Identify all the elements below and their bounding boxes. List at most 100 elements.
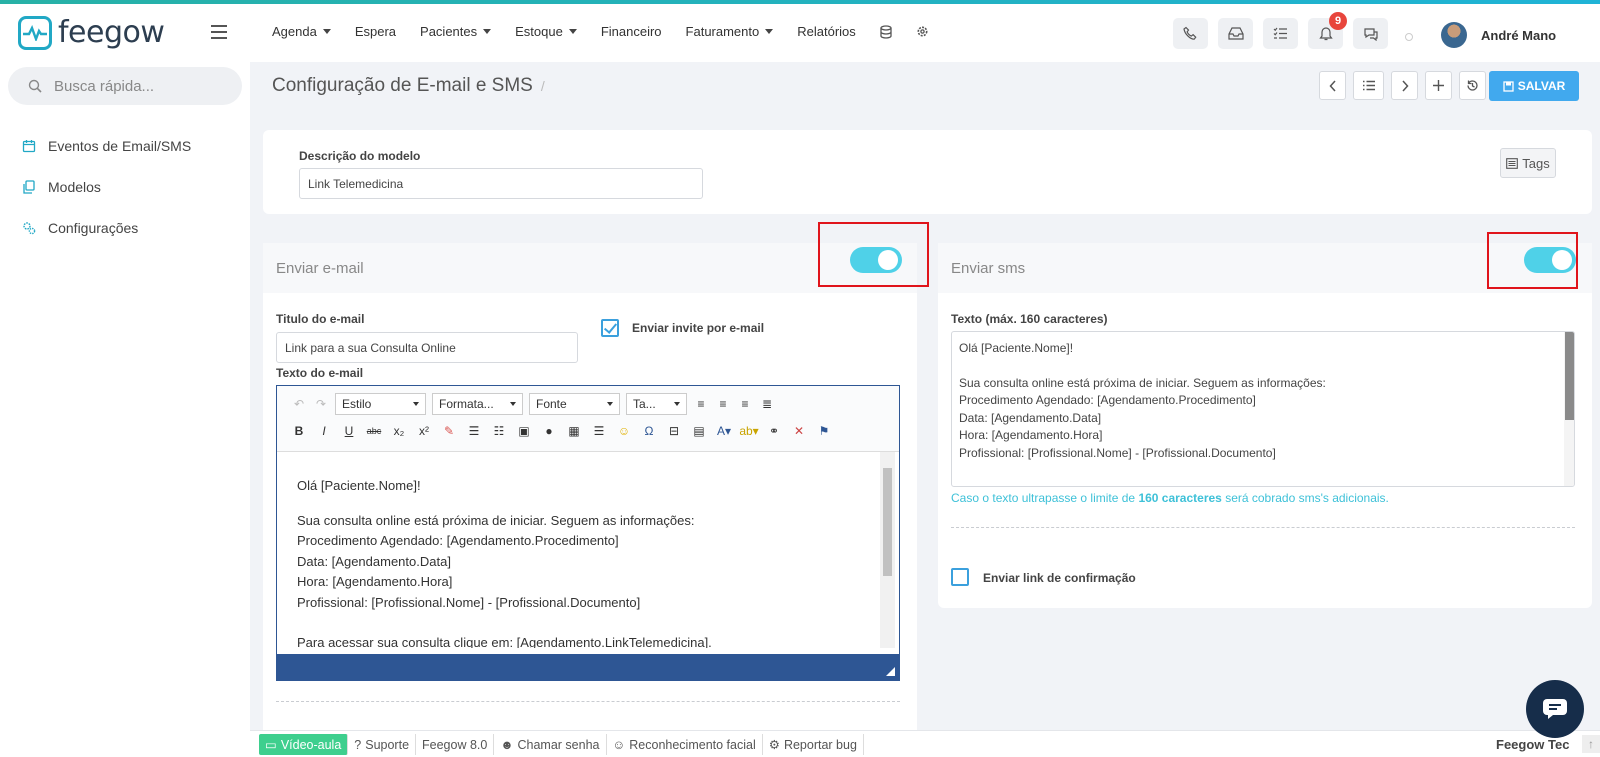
logo[interactable]: feegow [18,15,165,50]
description-input[interactable]: Link Telemedicina [299,168,703,199]
nav-label: Faturamento [685,24,760,39]
format-select[interactable]: Formata... [432,393,523,415]
editor-scrollbar[interactable] [880,452,895,648]
smile-icon: ☺ [612,737,626,752]
save-button[interactable]: SALVAR [1489,71,1579,101]
report-bug-button[interactable]: ⚙ Reportar bug [763,734,864,755]
footer-brand: Feegow Tec [1496,737,1570,752]
horizontal-line-icon[interactable]: ☰ [591,423,607,439]
sidebar-item-configuracoes[interactable]: Configurações [22,220,138,236]
format-select-value: Formata... [439,397,494,411]
video-aula-button[interactable]: ▭ Vídeo-aula [259,734,349,755]
database-icon[interactable] [880,24,892,39]
text-color-icon[interactable]: A▾ [716,423,732,439]
invite-label: Enviar invite por e-mail [632,321,765,335]
quick-search[interactable]: Busca rápida... [8,67,242,105]
align-center-icon[interactable]: ≡ [715,396,731,412]
templates-icon[interactable]: ▤ [691,423,707,439]
inbox-icon[interactable] [1218,18,1253,49]
chat-icon[interactable] [1353,18,1388,49]
history-button[interactable] [1459,71,1486,100]
add-button[interactable] [1425,71,1452,100]
superscript-icon[interactable]: x² [416,423,432,439]
gears-icon [23,222,36,235]
breadcrumb-separator: / [540,78,545,94]
face-recognition-button[interactable]: ☺ Reconhecimento facial [607,734,763,755]
tags-button[interactable]: Tags [1500,148,1556,178]
footer-label: Chamar senha [517,737,600,752]
size-select[interactable]: Ta... [626,393,687,415]
gear-icon[interactable] [916,24,929,39]
redo-icon[interactable]: ↷ [313,396,329,412]
nav-estoque[interactable]: Estoque [515,24,577,39]
font-select-value: Fonte [536,397,567,411]
confirm-link-checkbox[interactable] [951,568,969,586]
flash-icon[interactable]: ● [541,423,557,439]
nav-faturamento[interactable]: Faturamento [686,24,774,39]
nav-espera[interactable]: Espera [355,24,396,39]
editor-content[interactable]: Olá [Paciente.Nome]! Sua consulta online… [277,452,877,648]
search-input[interactable]: Busca rápida... [54,78,154,95]
special-char-icon[interactable]: Ω [641,423,657,439]
nav-pacientes[interactable]: Pacientes [420,24,492,39]
subscript-icon[interactable]: x₂ [391,423,407,439]
smiley-icon[interactable]: ☺ [616,423,632,439]
underline-icon[interactable]: U [341,423,357,439]
bold-icon[interactable]: B [291,423,307,439]
bg-color-icon[interactable]: ab▾ [739,423,758,439]
numbered-list-icon[interactable]: ☰ [466,423,482,439]
previous-button[interactable] [1319,71,1346,100]
nav-label: Pacientes [420,24,478,39]
top-bar: feegow Agenda Espera Pacientes Estoque F… [0,4,1600,62]
page-title-text: Configuração de E-mail e SMS [272,75,533,96]
nav-financeiro[interactable]: Financeiro [601,24,662,39]
strikethrough-icon[interactable]: abc [366,423,382,439]
sms-scrollbar[interactable] [1564,332,1574,486]
style-select[interactable]: Estilo [335,393,426,415]
sidebar-item-eventos[interactable]: Eventos de Email/SMS [22,138,191,154]
align-justify-icon[interactable]: ≣ [759,396,775,412]
footer-label: Vídeo-aula [280,737,342,752]
menu-toggle-icon[interactable] [211,25,227,39]
editor-scroll-thumb[interactable] [883,468,892,576]
sms-textarea[interactable]: Olá [Paciente.Nome]! Sua consulta online… [951,331,1575,487]
user-menu[interactable]: André Mano [1441,22,1556,48]
anchor-flag-icon[interactable]: ⚑ [816,423,832,439]
link-icon[interactable]: ⚭ [766,423,782,439]
page-break-icon[interactable]: ⊟ [666,423,682,439]
italic-icon[interactable]: I [316,423,332,439]
font-select[interactable]: Fonte [529,393,620,415]
editor-toolbar: ↶ ↷ Estilo Formata... Fonte Ta... ≡ ≡ ≡ … [277,386,899,452]
support-chat-button[interactable] [1526,680,1584,738]
suporte-button[interactable]: ? Suporte [348,734,417,755]
email-text-label: Texto do e-mail [276,366,364,380]
next-button[interactable] [1391,71,1418,100]
chevron-down-icon [607,402,613,406]
align-right-icon[interactable]: ≡ [737,396,753,412]
chamar-senha-button[interactable]: ☻ Chamar senha [494,734,607,755]
bell-icon[interactable]: 9 [1308,12,1347,49]
sms-line: Data: [Agendamento.Data] [959,410,1102,425]
list-button[interactable] [1353,71,1384,100]
nav-agenda[interactable]: Agenda [272,24,331,39]
tags-label: Tags [1522,155,1550,171]
remove-format-icon[interactable]: ✎ [441,423,457,439]
image-icon[interactable]: ▣ [516,423,532,439]
nav-label: Estoque [515,24,563,39]
hint-bold-text: 160 caracteres [1138,491,1222,505]
unlink-icon[interactable]: ✕ [791,423,807,439]
sms-scroll-thumb[interactable] [1565,332,1574,420]
sidebar-item-modelos[interactable]: Modelos [22,179,101,195]
checklist-icon[interactable] [1263,18,1298,49]
resize-handle-icon[interactable] [886,667,895,676]
video-icon: ▭ [265,738,277,752]
bulleted-list-icon[interactable]: ☷ [491,423,507,439]
nav-relatorios[interactable]: Relatórios [797,24,856,39]
table-icon[interactable]: ▦ [566,423,582,439]
undo-icon[interactable]: ↶ [291,396,307,412]
invite-checkbox[interactable] [601,319,619,337]
email-title-input[interactable]: Link para a sua Consulta Online [276,332,578,363]
scroll-top-button[interactable]: ↑ [1582,735,1600,753]
align-left-icon[interactable]: ≡ [693,396,709,412]
phone-icon[interactable] [1173,18,1208,49]
